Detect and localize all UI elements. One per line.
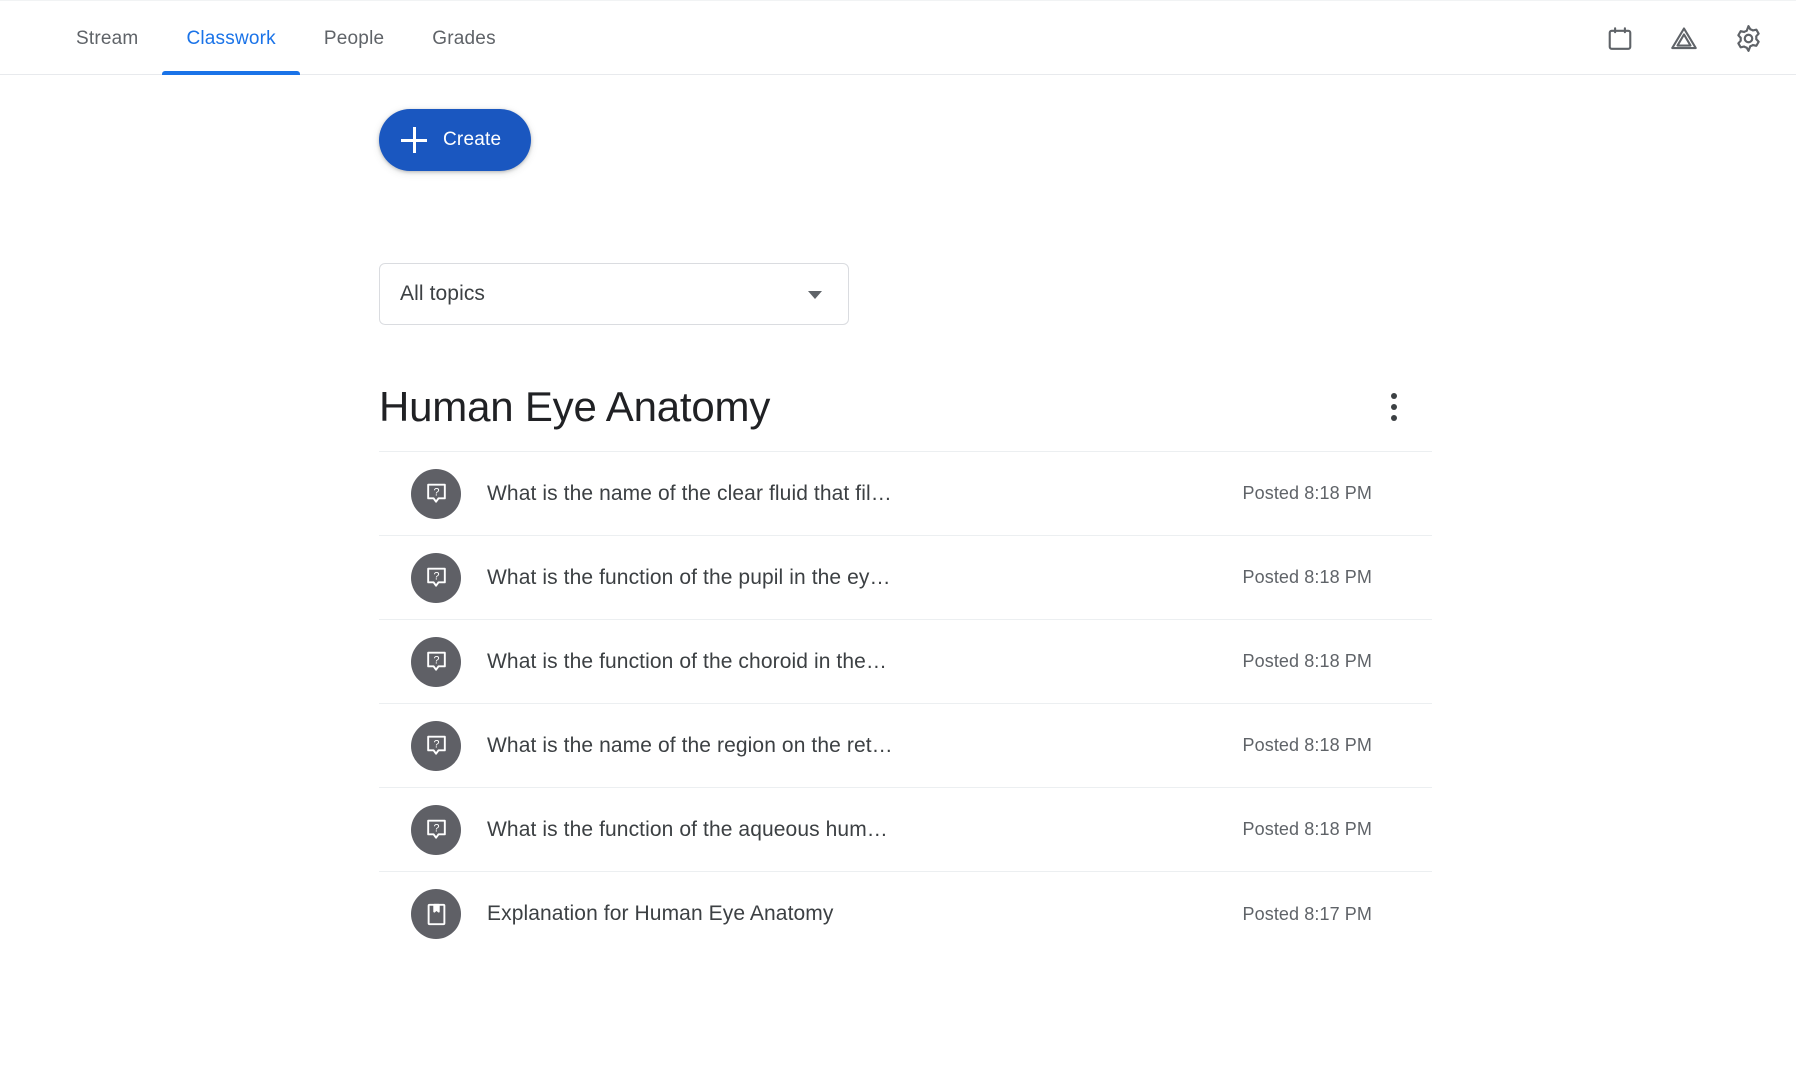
topic-section: Human Eye Anatomy ? What is the name of … [379, 363, 1432, 956]
chevron-down-icon [808, 291, 822, 299]
list-item-title: What is the name of the clear fluid that… [487, 481, 892, 505]
topic-header: Human Eye Anatomy [379, 363, 1432, 451]
topic-title: Human Eye Anatomy [379, 383, 771, 430]
tab-stream[interactable]: Stream [52, 1, 162, 76]
list-item[interactable]: ? What is the function of the aqueous hu… [379, 788, 1432, 872]
svg-text:?: ? [433, 738, 439, 750]
create-button-label: Create [443, 129, 502, 150]
tab-classwork[interactable]: Classwork [162, 1, 301, 76]
list-item-title: Explanation for Human Eye Anatomy [487, 902, 834, 925]
create-button[interactable]: Create [379, 109, 532, 171]
list-item[interactable]: Explanation for Human Eye Anatomy Posted… [379, 872, 1432, 956]
all-topics-dropdown[interactable]: All topics [379, 263, 849, 325]
tab-label: Grades [432, 27, 496, 49]
question-icon: ? [411, 636, 461, 687]
drive-icon[interactable] [1660, 15, 1708, 63]
list-item-timestamp: Posted 8:18 PM [1242, 735, 1372, 755]
list-item-title: What is the function of the aqueous hum… [487, 817, 888, 841]
question-icon: ? [411, 468, 461, 519]
svg-text:?: ? [433, 822, 439, 834]
tab-label: People [323, 27, 385, 49]
list-item-timestamp: Posted 8:17 PM [1242, 903, 1372, 924]
classwork-list: ? What is the name of the clear fluid th… [379, 451, 1432, 956]
tab-label: Classwork [186, 27, 276, 49]
question-icon: ? [411, 720, 461, 771]
svg-text:?: ? [433, 570, 439, 582]
calendar-icon[interactable] [1596, 15, 1644, 63]
svg-text:?: ? [433, 486, 439, 498]
classwork-content: Create All topics Human Eye Anatomy ? Wh… [0, 75, 1796, 1080]
list-item-title: What is the function of the pupil in the… [487, 565, 891, 589]
dot [1391, 404, 1397, 410]
tab-people[interactable]: People [300, 1, 408, 76]
question-icon: ? [411, 552, 461, 603]
plus-icon [401, 127, 427, 153]
material-book-icon [411, 889, 461, 939]
list-item-title: What is the name of the region on the re… [487, 733, 893, 757]
gear-icon[interactable] [1724, 15, 1772, 63]
tab-list: Stream Classwork People Grades [52, 1, 520, 76]
list-item[interactable]: ? What is the name of the clear fluid th… [379, 452, 1432, 536]
list-item-title: What is the function of the choroid in t… [487, 649, 888, 673]
svg-text:?: ? [433, 654, 439, 666]
tab-grades[interactable]: Grades [408, 1, 520, 76]
list-item[interactable]: ? What is the name of the region on the … [379, 704, 1432, 788]
question-icon: ? [411, 804, 461, 855]
top-tab-bar: Stream Classwork People Grades [0, 0, 1796, 76]
dot [1391, 415, 1397, 421]
list-item-timestamp: Posted 8:18 PM [1242, 483, 1372, 503]
all-topics-dropdown-value: All topics [400, 282, 486, 305]
list-item-timestamp: Posted 8:18 PM [1242, 567, 1372, 587]
list-item-timestamp: Posted 8:18 PM [1242, 819, 1372, 839]
topbar-actions [1596, 1, 1772, 76]
tab-label: Stream [76, 27, 139, 49]
list-item-timestamp: Posted 8:18 PM [1242, 651, 1372, 671]
list-item[interactable]: ? What is the function of the pupil in t… [379, 536, 1432, 620]
list-item[interactable]: ? What is the function of the choroid in… [379, 620, 1432, 704]
dot [1391, 393, 1397, 399]
more-vert-icon[interactable] [1370, 383, 1418, 431]
